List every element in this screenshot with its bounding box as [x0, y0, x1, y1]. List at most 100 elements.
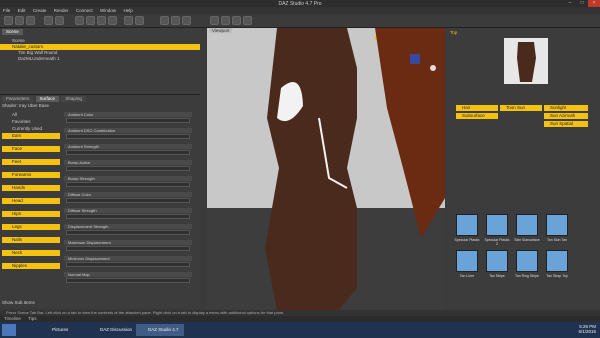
property-row[interactable]: Maximum Displacement	[64, 240, 192, 245]
preset-label: Skin Subsurface	[514, 238, 540, 242]
property-row[interactable]: Ambient Strength	[64, 144, 192, 149]
start-icon[interactable]	[2, 324, 16, 336]
property-slider[interactable]	[66, 150, 190, 155]
translate-tool-icon[interactable]	[86, 16, 95, 25]
node-weight-icon[interactable]	[210, 16, 219, 25]
property-row[interactable]: Minimum Displacement	[64, 256, 192, 261]
scene-row-underneath[interactable]: DazMLUnderneath 1	[0, 56, 200, 62]
property-row[interactable]: Ambient Color	[64, 112, 192, 117]
ctx-sun-azimuth[interactable]: Sun Azimuth	[544, 113, 588, 119]
nav-item[interactable]: Face	[2, 146, 60, 152]
property-slider[interactable]	[66, 246, 190, 251]
preset-thumbnail[interactable]	[456, 250, 478, 272]
nav-item[interactable]: Legs	[2, 224, 60, 230]
preset-label: Tan Skin Tan	[547, 238, 567, 242]
preset-label: Specular Plastic 2	[484, 238, 510, 246]
ctx-hair[interactable]: Hair	[456, 105, 498, 111]
undo-icon[interactable]	[44, 16, 53, 25]
new-icon[interactable]	[4, 16, 13, 25]
preset-thumbnail[interactable]	[456, 214, 478, 236]
menu-create[interactable]: Create	[30, 7, 50, 14]
joint-editor-icon[interactable]	[232, 16, 241, 25]
menu-file[interactable]: File	[0, 7, 13, 14]
menu-window[interactable]: Window	[97, 7, 119, 14]
close-icon[interactable]: ×	[588, 0, 600, 7]
scale-tool-icon[interactable]	[108, 16, 117, 25]
render-settings-icon[interactable]	[135, 16, 144, 25]
tab-scene[interactable]: Scene	[2, 29, 23, 35]
nav-item[interactable]: Hips	[2, 211, 60, 217]
open-icon[interactable]	[15, 16, 24, 25]
menu-edit[interactable]: Edit	[15, 7, 29, 14]
select-tool-icon[interactable]	[75, 16, 84, 25]
preset-thumbnail[interactable]	[486, 214, 508, 236]
property-row[interactable]: Diffuse Color	[64, 192, 192, 197]
property-row[interactable]: Diffuse Strength	[64, 208, 192, 213]
nav-item[interactable]: Nipples	[2, 263, 60, 269]
save-icon[interactable]	[26, 16, 35, 25]
ctx-sunlight[interactable]: Sunlight	[544, 105, 588, 111]
task-browser[interactable]: DAZ Discussion F...	[88, 324, 136, 336]
tab-shaping[interactable]: Shaping	[61, 96, 86, 102]
preset-thumbnail[interactable]	[546, 214, 568, 236]
divider	[0, 94, 200, 95]
property-slider[interactable]	[66, 182, 190, 187]
task-daz[interactable]: DAZ Studio 4.7 Pro	[136, 324, 184, 336]
menu-connect[interactable]: Connect	[73, 7, 96, 14]
ctx-subsurface[interactable]: Subsurface	[456, 113, 498, 119]
preset-thumbnail[interactable]	[486, 250, 508, 272]
nav-item[interactable]: Currently Used	[2, 126, 60, 132]
menu-bar: File Edit Create Render Connect Window H…	[0, 7, 600, 14]
ctx-sun-spatial[interactable]: Sun Spatial	[544, 121, 588, 127]
render-icon[interactable]	[124, 16, 133, 25]
show-sub-items-toggle[interactable]: Show Sub Items	[2, 300, 35, 305]
nav-item[interactable]: Hands	[2, 185, 60, 191]
rotate-tool-icon[interactable]	[97, 16, 106, 25]
task-pictures[interactable]: Pictures	[40, 324, 88, 336]
property-slider[interactable]	[66, 198, 190, 203]
minimize-icon[interactable]: –	[564, 0, 576, 7]
tab-parameters[interactable]: Parameters	[2, 96, 34, 102]
tab-timeline[interactable]: Timeline	[4, 316, 21, 321]
preset-thumbnail[interactable]	[516, 214, 538, 236]
redo-icon[interactable]	[55, 16, 64, 25]
view-cube-icon[interactable]	[410, 54, 420, 64]
nav-item[interactable]: Feet	[2, 159, 60, 165]
nav-item[interactable]: Head	[2, 198, 60, 204]
maximize-icon[interactable]: □	[576, 0, 588, 7]
tab-tips[interactable]: Tips	[28, 316, 36, 321]
nav-item[interactable]: Forearms	[2, 172, 60, 178]
menu-render[interactable]: Render	[51, 7, 72, 14]
surface-tool-icon[interactable]	[160, 16, 169, 25]
ctx-toon-sun[interactable]: Toon Sun	[500, 105, 542, 111]
menu-help[interactable]: Help	[120, 7, 135, 14]
property-slider[interactable]	[66, 230, 190, 235]
property-slider[interactable]	[66, 214, 190, 219]
property-row[interactable]: Ambient DSO Contribution	[64, 128, 192, 133]
viewport[interactable]: Viewport Perspective View	[207, 28, 445, 310]
preset-label: Tan Strap Top	[546, 274, 568, 278]
nav-item[interactable]: Favorites	[2, 119, 60, 125]
property-row[interactable]: Bump Strength	[64, 176, 192, 181]
property-slider[interactable]	[66, 262, 190, 267]
property-slider[interactable]	[66, 278, 190, 283]
nav-item[interactable]: Nails	[2, 237, 60, 243]
property-row[interactable]: Displacement Strength	[64, 224, 192, 229]
geometry-editor-icon[interactable]	[221, 16, 230, 25]
nav-item[interactable]: Neck	[2, 250, 60, 256]
property-slider[interactable]	[66, 134, 190, 139]
property-slider[interactable]	[66, 166, 190, 171]
preset-thumbnail[interactable]	[546, 250, 568, 272]
preset-thumbnail[interactable]	[516, 250, 538, 272]
nav-item[interactable]: All	[2, 112, 60, 118]
spot-render-icon[interactable]	[243, 16, 252, 25]
property-row[interactable]: Normal Map	[64, 272, 192, 277]
nav-item[interactable]: Ears	[2, 133, 60, 139]
tab-surface[interactable]: Surface	[35, 96, 60, 102]
property-slider[interactable]	[66, 118, 190, 123]
property-row[interactable]: Bump Active	[64, 160, 192, 165]
light-tool-icon[interactable]	[171, 16, 180, 25]
camera-tool-icon[interactable]	[182, 16, 191, 25]
aux-label: Top	[450, 30, 458, 35]
scene-tabs: Scene	[2, 29, 24, 35]
